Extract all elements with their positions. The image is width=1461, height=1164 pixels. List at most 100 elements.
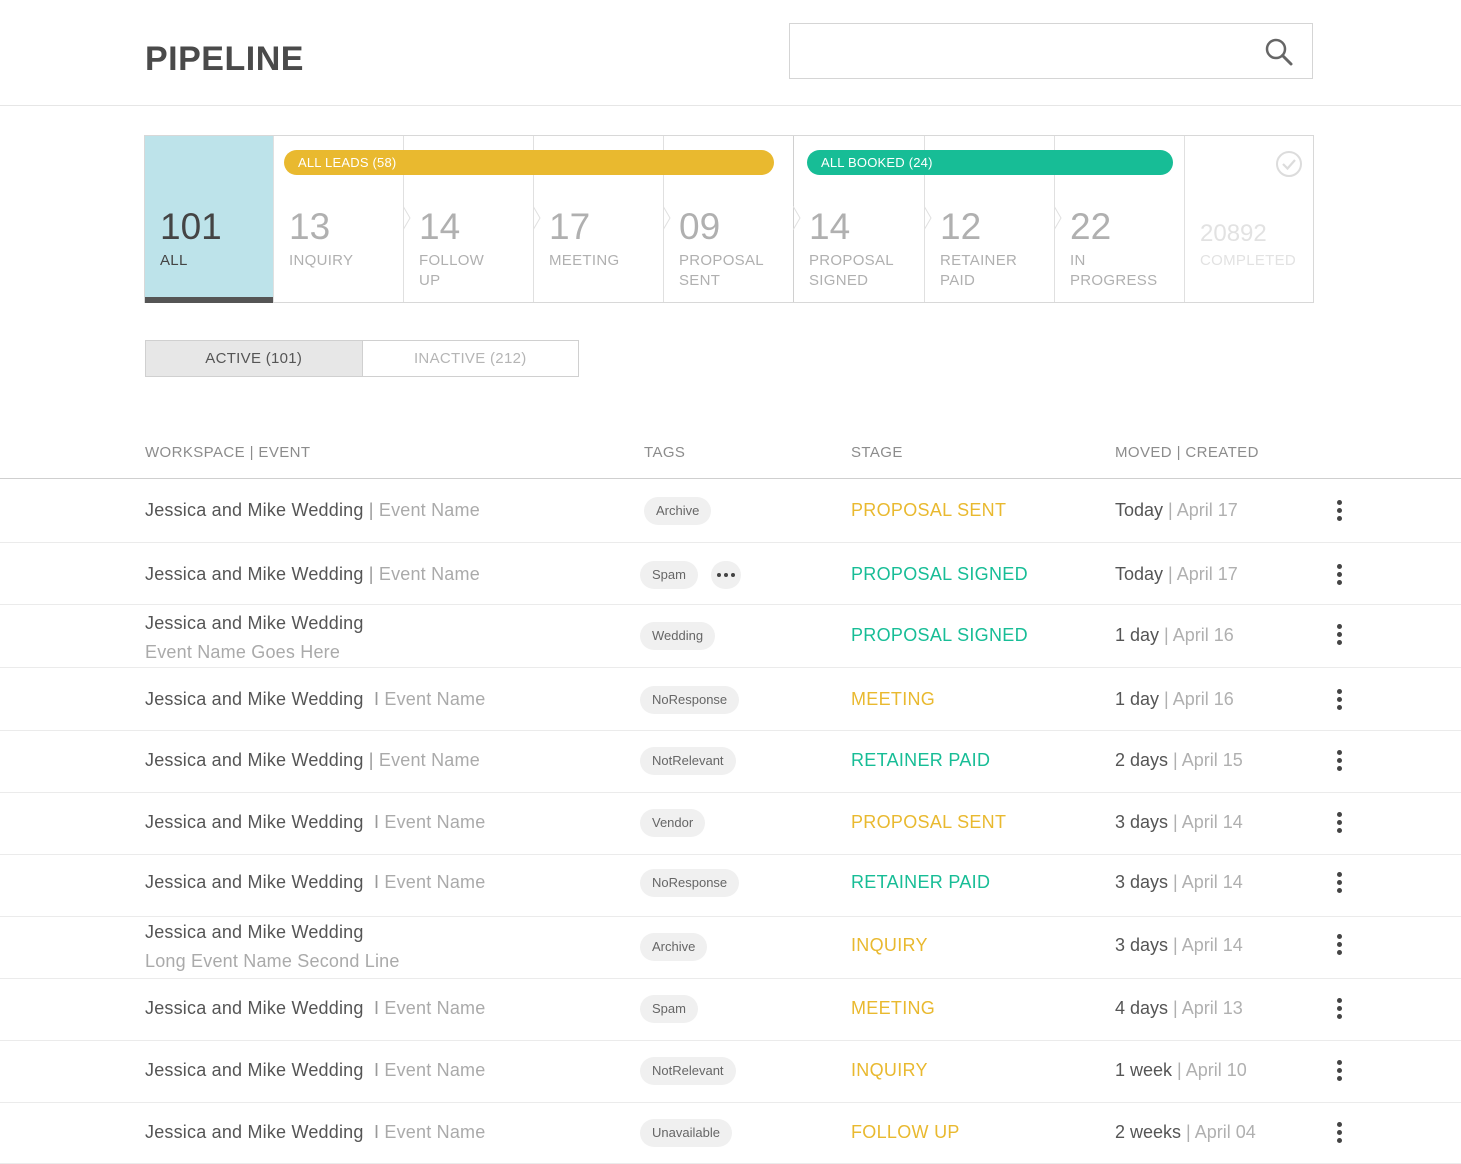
- workspace-name: Jessica and Mike Wedding: [145, 613, 364, 633]
- more-options-icon[interactable]: [1336, 750, 1344, 772]
- tag-badge[interactable]: Vendor: [640, 809, 706, 837]
- column-header-workspace[interactable]: WORKSPACE | EVENT: [145, 444, 310, 461]
- table-row[interactable]: Jessica and Mike Wedding I Event Name Sp…: [0, 980, 1461, 1041]
- moved-created-cell: 3 days | April 14: [1115, 935, 1243, 955]
- stage-label: MEETING: [549, 252, 620, 269]
- stage-count: 101: [160, 206, 222, 247]
- more-options-icon[interactable]: [1336, 872, 1344, 894]
- more-options-icon[interactable]: [1336, 500, 1344, 522]
- search-icon[interactable]: [1264, 37, 1294, 67]
- created-value: April 16: [1172, 625, 1234, 645]
- more-options-icon[interactable]: [1336, 564, 1344, 586]
- workspace-cell[interactable]: Jessica and Mike Wedding I Event Name: [145, 689, 485, 710]
- workspace-cell[interactable]: Jessica and Mike Wedding I Event Name: [145, 1060, 485, 1081]
- workspace-cell[interactable]: Jessica and Mike Wedding | Event Name: [145, 500, 480, 521]
- created-value: April 14: [1181, 872, 1243, 892]
- all-booked-pill[interactable]: ALL BOOKED (24): [807, 150, 1173, 175]
- table-row[interactable]: Jessica and Mike Wedding | Event Name Sp…: [0, 544, 1461, 605]
- created-value: April 17: [1176, 500, 1238, 520]
- table-row[interactable]: Jessica and Mike Wedding I Event Name No…: [0, 1042, 1461, 1103]
- moved-value: 3 days: [1115, 935, 1169, 955]
- workspace-name: Jessica and Mike Wedding: [145, 689, 364, 709]
- active-tab[interactable]: ACTIVE (101): [146, 341, 363, 376]
- active-inactive-toggle: ACTIVE (101) INACTIVE (212): [145, 340, 579, 377]
- stage-value: FOLLOW UP: [851, 1122, 960, 1142]
- selected-indicator: [145, 297, 273, 303]
- table-row[interactable]: Jessica and Mike Wedding Event Name Goes …: [0, 606, 1461, 668]
- more-options-icon[interactable]: [1336, 624, 1344, 646]
- table-row[interactable]: Jessica and Mike Wedding I Event Name Ve…: [0, 794, 1461, 855]
- more-tags-icon[interactable]: [711, 561, 741, 589]
- pipeline-stages: 101 ALL 13 INQUIRY 14 FOLLOW UP 17 MEETI…: [144, 135, 1314, 303]
- tag-badge[interactable]: Spam: [640, 561, 698, 589]
- workspace-cell[interactable]: Jessica and Mike Wedding I Event Name: [145, 872, 485, 893]
- search-input[interactable]: [802, 36, 1242, 66]
- workspace-cell[interactable]: Jessica and Mike Wedding Event Name Goes …: [145, 613, 364, 663]
- stage-count: 20892: [1200, 220, 1267, 247]
- stage-value: MEETING: [851, 998, 936, 1018]
- workspace-cell[interactable]: Jessica and Mike Wedding Long Event Name …: [145, 922, 400, 972]
- more-options-icon[interactable]: [1336, 812, 1344, 834]
- column-header-tags[interactable]: TAGS: [644, 444, 685, 461]
- stage-value: RETAINER PAID: [851, 872, 991, 892]
- moved-value: 3 days: [1115, 872, 1169, 892]
- all-leads-pill[interactable]: ALL LEADS (58): [284, 150, 774, 175]
- stage-value: PROPOSAL SIGNED: [851, 564, 1028, 584]
- stage-label: ALL: [160, 252, 188, 269]
- inactive-tab[interactable]: INACTIVE (212): [363, 341, 579, 376]
- workspace-cell[interactable]: Jessica and Mike Wedding I Event Name: [145, 1122, 485, 1143]
- workspace-name: Jessica and Mike Wedding: [145, 812, 364, 832]
- stage-label: FOLLOW UP: [419, 252, 485, 289]
- more-options-icon[interactable]: [1336, 934, 1344, 956]
- created-value: April 14: [1181, 935, 1243, 955]
- created-value: April 16: [1172, 689, 1234, 709]
- chevron-right-icon: [1054, 206, 1062, 230]
- column-header-stage[interactable]: STAGE: [851, 444, 903, 461]
- stage-completed[interactable]: 20892 COMPLETED: [1185, 136, 1313, 302]
- table-row[interactable]: Jessica and Mike Wedding | Event Name No…: [0, 732, 1461, 793]
- separator: |: [363, 500, 379, 520]
- stage-all[interactable]: 101 ALL: [145, 136, 274, 303]
- more-options-icon[interactable]: [1336, 689, 1344, 711]
- workspace-cell[interactable]: Jessica and Mike Wedding | Event Name: [145, 564, 480, 585]
- separator: I: [363, 1060, 385, 1080]
- more-options-icon[interactable]: [1336, 1060, 1344, 1082]
- workspace-name: Jessica and Mike Wedding: [145, 1060, 364, 1080]
- moved-value: 1 week: [1115, 1060, 1173, 1080]
- table-row[interactable]: Jessica and Mike Wedding I Event Name No…: [0, 669, 1461, 731]
- event-name: Event Name: [384, 1122, 486, 1142]
- tag-badge[interactable]: Wedding: [640, 622, 716, 650]
- tag-badge[interactable]: Unavailable: [640, 1119, 732, 1147]
- stage-label: COMPLETED: [1200, 252, 1297, 269]
- tag-badge[interactable]: Archive: [644, 497, 712, 525]
- workspace-cell[interactable]: Jessica and Mike Wedding | Event Name: [145, 750, 480, 771]
- chevron-right-icon: [924, 206, 932, 230]
- table-row[interactable]: Jessica and Mike Wedding | Event Name Ar…: [0, 480, 1461, 543]
- tag-badge[interactable]: NotRelevant: [640, 747, 736, 775]
- table-row[interactable]: Jessica and Mike Wedding I Event Name Un…: [0, 1104, 1461, 1164]
- tag-badge[interactable]: Archive: [640, 933, 708, 961]
- workspace-cell[interactable]: Jessica and Mike Wedding I Event Name: [145, 812, 485, 833]
- table-row[interactable]: Jessica and Mike Wedding I Event Name No…: [0, 856, 1461, 917]
- table-row[interactable]: Jessica and Mike Wedding Long Event Name …: [0, 918, 1461, 979]
- moved-created-cell: 4 days | April 13: [1115, 998, 1243, 1018]
- stage-count: 17: [549, 206, 591, 247]
- column-header-moved-created[interactable]: MOVED | CREATED: [1115, 444, 1259, 461]
- tag-badge[interactable]: NoResponse: [640, 869, 740, 897]
- tag-badge[interactable]: NoResponse: [640, 686, 740, 714]
- check-circle-icon: [1276, 151, 1302, 177]
- page-header: PIPELINE: [0, 0, 1461, 106]
- chevron-right-icon: [793, 206, 801, 230]
- workspace-cell[interactable]: Jessica and Mike Wedding I Event Name: [145, 998, 485, 1019]
- more-options-icon[interactable]: [1336, 998, 1344, 1020]
- search-box[interactable]: [789, 23, 1313, 79]
- stage-count: 22: [1070, 206, 1112, 247]
- created-value: April 15: [1181, 750, 1243, 770]
- tag-badge[interactable]: Spam: [640, 995, 698, 1023]
- tag-badge[interactable]: NotRelevant: [640, 1057, 736, 1085]
- more-options-icon[interactable]: [1336, 1122, 1344, 1144]
- event-name: Event Name: [384, 872, 486, 892]
- stage-count: 14: [809, 206, 851, 247]
- separator: I: [363, 689, 385, 709]
- workspace-name: Jessica and Mike Wedding: [145, 1122, 364, 1142]
